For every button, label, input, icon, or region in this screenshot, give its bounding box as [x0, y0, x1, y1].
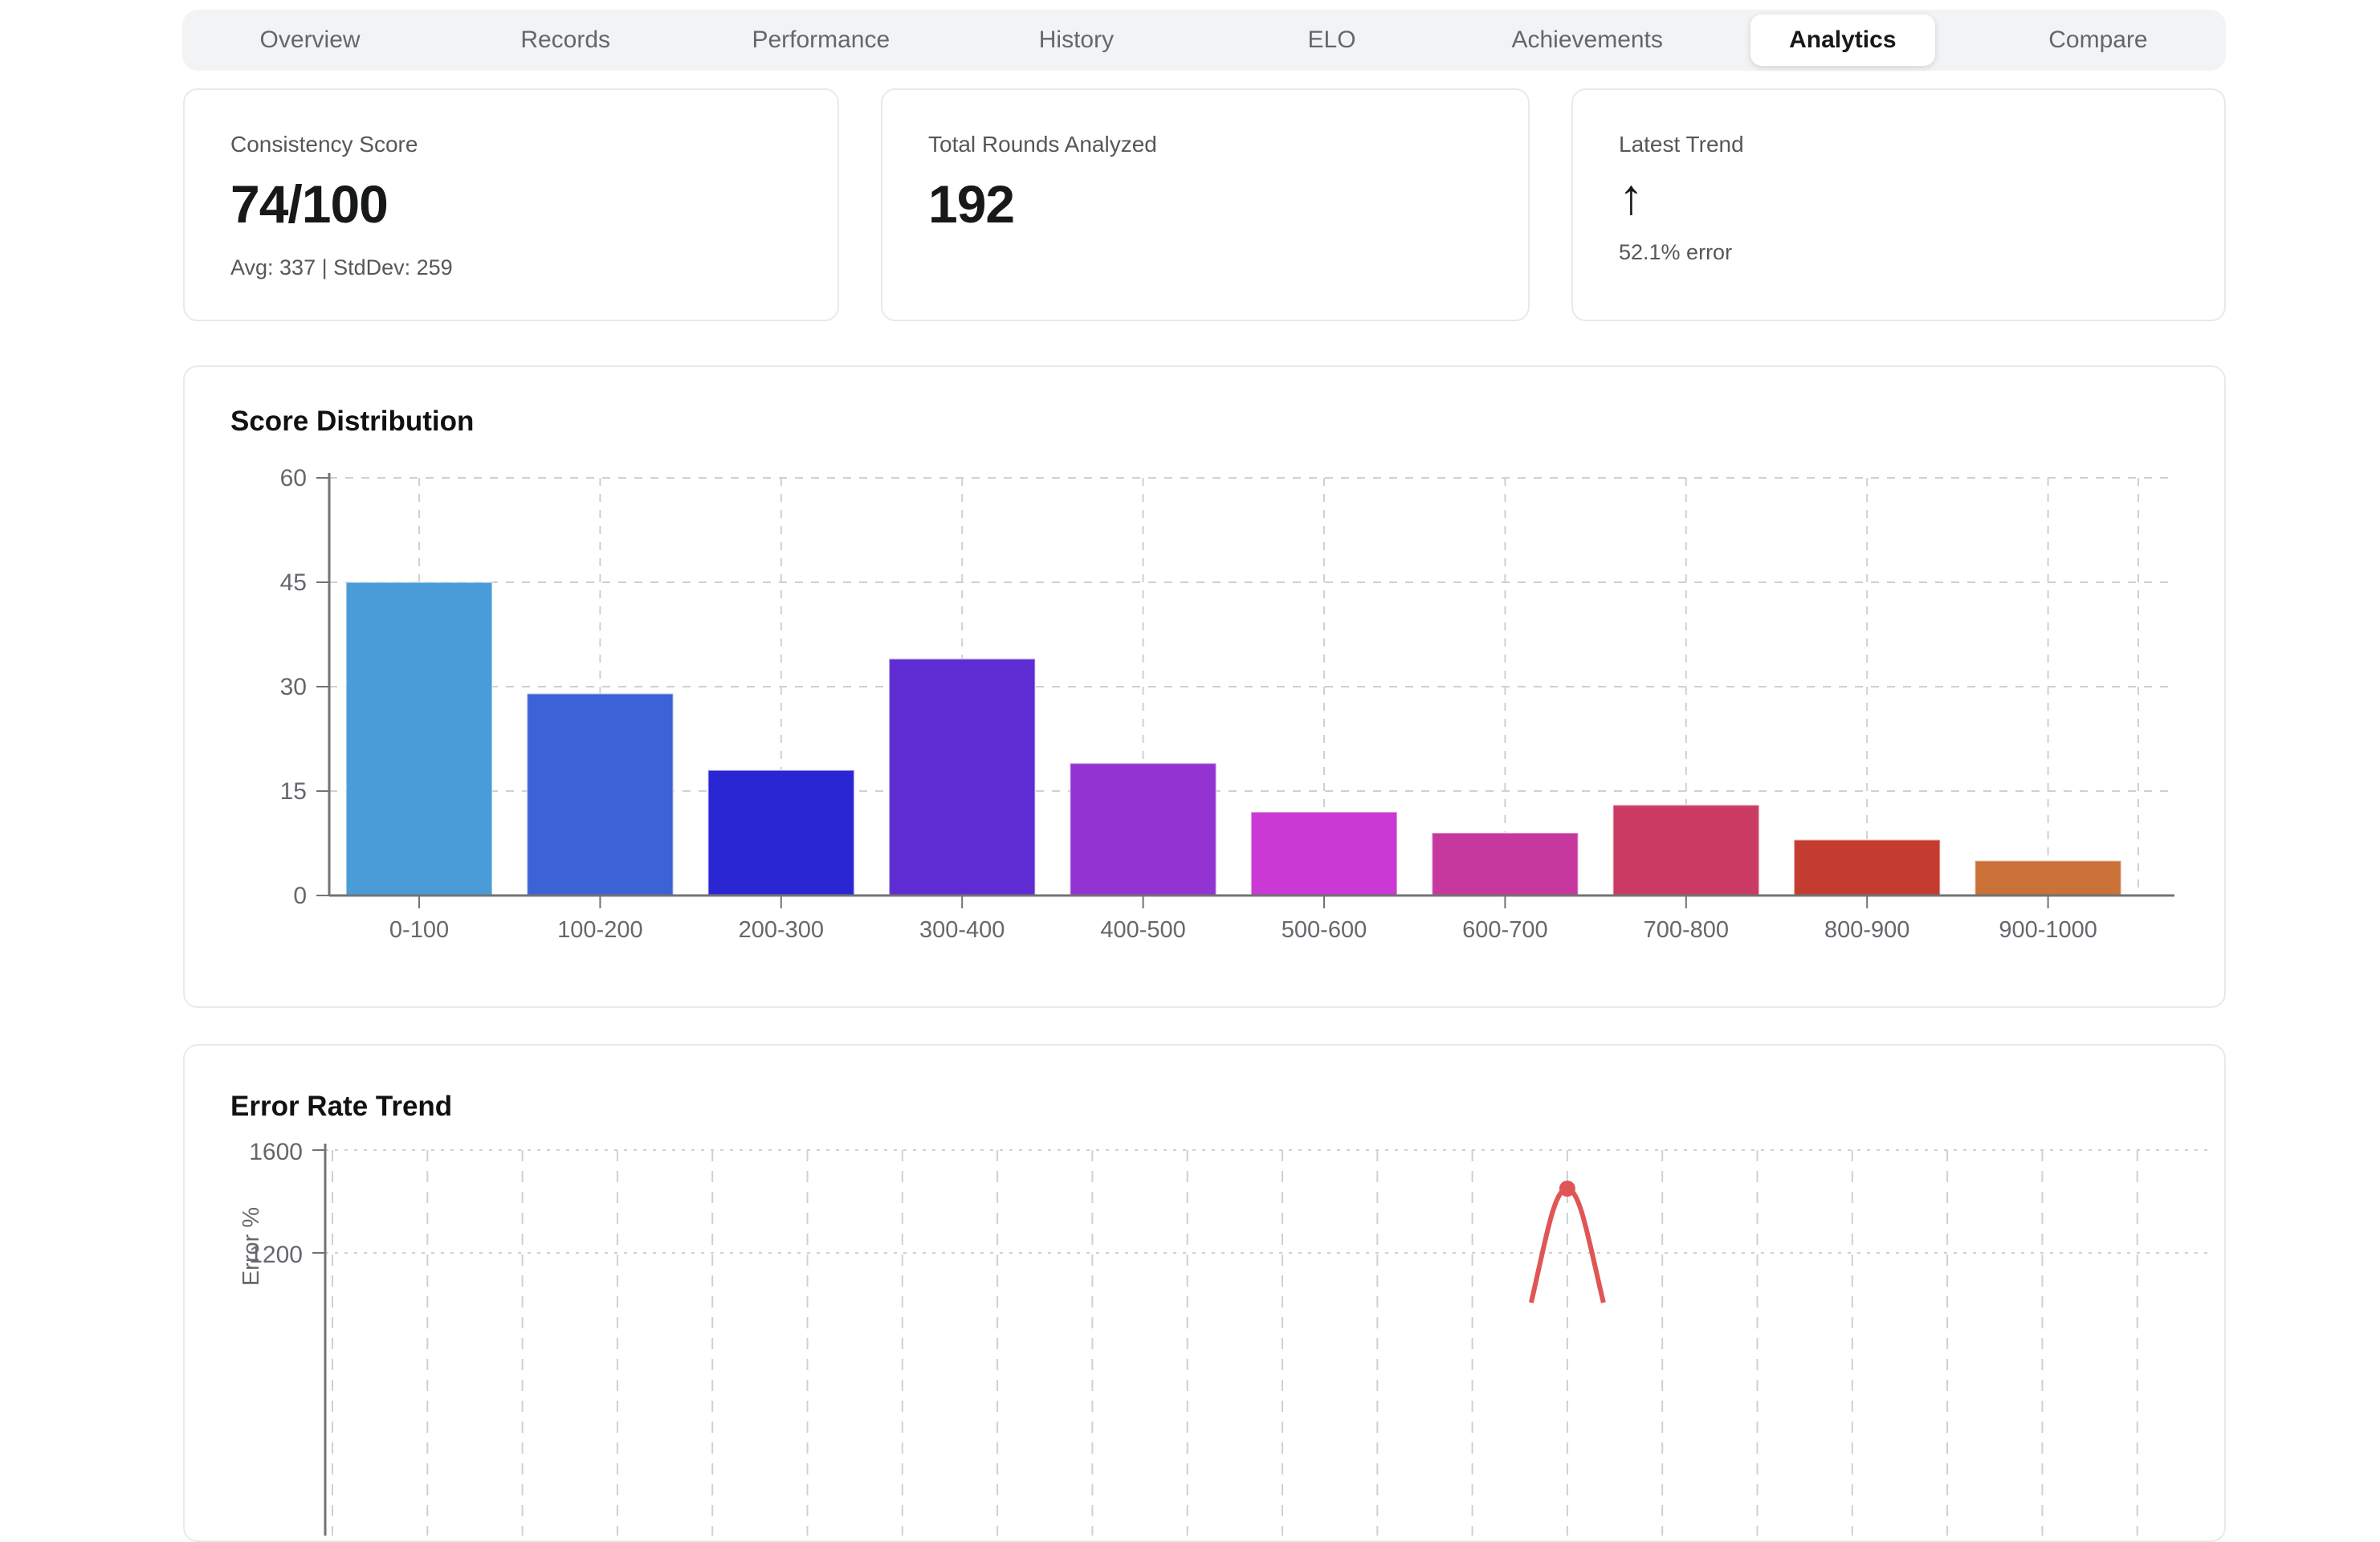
- bar-100-200: [527, 694, 673, 895]
- up-arrow-icon: ↑: [1619, 169, 2224, 226]
- score-distribution-title: Score Distribution: [230, 406, 474, 438]
- score-distribution-chart: 0 15 30 45 60 0-100 100-200 200-300 300-400 400-5…: [185, 367, 2226, 1008]
- svg-text:800-900: 800-900: [1824, 917, 1909, 943]
- error-rate-trend-chart: 16001200Error %: [185, 1046, 2226, 1542]
- svg-text:0: 0: [293, 883, 307, 909]
- svg-text:1600: 1600: [249, 1139, 303, 1165]
- svg-text:30: 30: [280, 674, 307, 700]
- total-rounds-card: Total Rounds Analyzed 192: [881, 88, 1530, 321]
- bar-700-800: [1613, 805, 1759, 895]
- latest-trend-card: Latest Trend ↑ 52.1% error: [1571, 88, 2226, 321]
- bar-900-1000: [1975, 861, 2121, 895]
- svg-text:15: 15: [280, 778, 307, 805]
- error-rate-peak-point: [1559, 1181, 1575, 1197]
- tab-history[interactable]: History: [948, 10, 1204, 71]
- svg-text:60: 60: [280, 465, 307, 492]
- error-rate-trend-card: Error Rate Trend 16001200Error %: [183, 1044, 2226, 1542]
- svg-text:500-600: 500-600: [1282, 917, 1367, 943]
- svg-text:200-300: 200-300: [739, 917, 824, 943]
- tab-analytics[interactable]: Analytics: [1715, 10, 1970, 71]
- card-label: Consistency Score: [230, 132, 837, 157]
- y-axis-label: Error %: [238, 1207, 264, 1286]
- svg-text:900-1000: 900-1000: [1999, 917, 2097, 943]
- active-tab-pill: Analytics: [1750, 14, 1934, 66]
- bars-group: [346, 582, 2121, 895]
- tab-performance[interactable]: Performance: [693, 10, 948, 71]
- svg-text:100-200: 100-200: [557, 917, 642, 943]
- svg-text:600-700: 600-700: [1462, 917, 1547, 943]
- score-distribution-card: Score Distribution 0 15 30 45 60 0-100 100-200…: [183, 365, 2226, 1008]
- bar-400-500: [1070, 763, 1216, 895]
- svg-text:400-500: 400-500: [1100, 917, 1185, 943]
- bar-0-100: [346, 582, 492, 895]
- bar-200-300: [708, 770, 854, 895]
- bar-800-900: [1794, 840, 1940, 895]
- svg-text:700-800: 700-800: [1644, 917, 1729, 943]
- total-rounds-value: 192: [928, 173, 1528, 235]
- latest-trend-detail: 52.1% error: [1619, 240, 2224, 265]
- card-label: Total Rounds Analyzed: [928, 132, 1528, 157]
- tab-compare[interactable]: Compare: [1970, 10, 2226, 71]
- tab-bar: OverviewRecordsPerformanceHistoryELOAchi…: [182, 10, 2226, 71]
- tab-achievements[interactable]: Achievements: [1460, 10, 1715, 71]
- tab-overview[interactable]: Overview: [182, 10, 438, 71]
- consistency-score-detail: Avg: 337 | StdDev: 259: [230, 255, 837, 280]
- consistency-score-value: 74/100: [230, 173, 837, 235]
- card-label: Latest Trend: [1619, 132, 2224, 157]
- svg-text:300-400: 300-400: [919, 917, 1005, 943]
- svg-text:45: 45: [280, 569, 307, 596]
- bar-300-400: [889, 659, 1035, 895]
- bar-500-600: [1251, 812, 1397, 895]
- bar-600-700: [1432, 833, 1578, 895]
- consistency-score-card: Consistency Score 74/100 Avg: 337 | StdD…: [183, 88, 839, 321]
- svg-text:0-100: 0-100: [389, 917, 449, 943]
- tab-elo[interactable]: ELO: [1204, 10, 1460, 71]
- tab-records[interactable]: Records: [438, 10, 693, 71]
